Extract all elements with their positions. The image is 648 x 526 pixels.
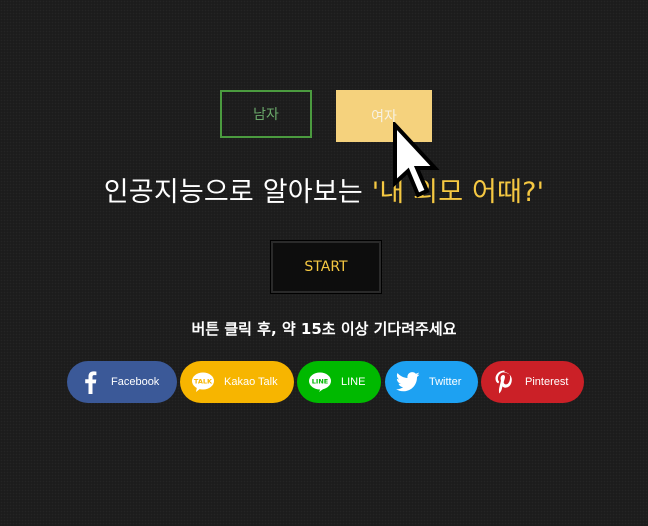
title-prefix: 인공지능으로 알아보는 bbox=[103, 177, 372, 208]
kakaotalk-icon: TALK bbox=[190, 369, 216, 395]
male-button-label: 남자 bbox=[253, 107, 279, 123]
share-kakaotalk-button[interactable]: TALK Kakao Talk bbox=[180, 361, 294, 403]
female-button-label: 여자 bbox=[371, 109, 397, 125]
pinterest-icon bbox=[491, 369, 517, 395]
wait-notice: 버튼 클릭 후, 약 15초 이상 기다려주세요 bbox=[191, 320, 457, 338]
title-accent: '내 외모 어때?' bbox=[371, 177, 545, 208]
share-buttons: Facebook TALK Kakao Talk LINE LINE Twitt… bbox=[0, 361, 648, 403]
share-kakaotalk-label: Kakao Talk bbox=[224, 376, 278, 388]
share-pinterest-label: Pinterest bbox=[525, 376, 569, 388]
share-twitter-label: Twitter bbox=[429, 376, 462, 388]
share-facebook-label: Facebook bbox=[111, 376, 160, 388]
start-button-label: START bbox=[304, 259, 348, 275]
line-icon: LINE bbox=[307, 369, 333, 395]
share-line-button[interactable]: LINE LINE bbox=[297, 361, 381, 403]
share-line-label: LINE bbox=[341, 376, 366, 388]
twitter-icon bbox=[395, 369, 421, 395]
gender-selector: 남자 여자 bbox=[220, 90, 432, 142]
svg-text:TALK: TALK bbox=[194, 378, 213, 386]
svg-text:LINE: LINE bbox=[312, 378, 328, 386]
page-title: 인공지능으로 알아보는 '내 외모 어때?' bbox=[0, 170, 648, 209]
share-facebook-button[interactable]: Facebook bbox=[67, 361, 177, 403]
start-button[interactable]: START bbox=[270, 240, 382, 294]
share-twitter-button[interactable]: Twitter bbox=[385, 361, 478, 403]
facebook-icon bbox=[77, 369, 103, 395]
male-button[interactable]: 남자 bbox=[220, 90, 312, 138]
share-pinterest-button[interactable]: Pinterest bbox=[481, 361, 584, 403]
page: 남자 여자 인공지능으로 알아보는 '내 외모 어때?' START 버튼 클릭… bbox=[0, 0, 648, 526]
female-button[interactable]: 여자 bbox=[336, 90, 432, 142]
